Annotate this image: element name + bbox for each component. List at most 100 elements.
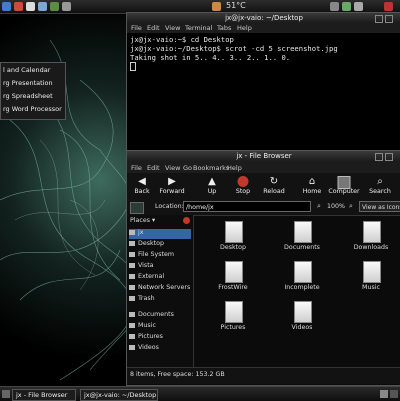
menu-help[interactable]: Help xyxy=(237,24,252,32)
file-label: Music xyxy=(362,284,380,291)
file-browser-titlebar[interactable]: jx - File Browser xyxy=(127,151,400,162)
terminal-title: jx@jx-vaio: ~/Desktop xyxy=(225,14,303,22)
sidebar-item-trash[interactable]: Trash xyxy=(129,295,191,305)
menu-item-calendar[interactable]: l and Calendar xyxy=(3,66,50,74)
folder-icon xyxy=(294,221,312,243)
menu-file[interactable]: File xyxy=(131,24,142,32)
file-item-documents[interactable]: Documents xyxy=(277,221,327,261)
app-launcher-icon[interactable] xyxy=(62,2,71,11)
network-icon[interactable] xyxy=(330,2,339,11)
file-item-frostwire[interactable]: FrostWire xyxy=(208,261,258,301)
sidebar-item-music[interactable]: Music xyxy=(129,322,191,332)
workspace-switcher-icon[interactable] xyxy=(380,390,388,398)
menu-item-presentation[interactable]: rg Presentation xyxy=(3,79,53,87)
drive-icon xyxy=(129,273,135,279)
terminal-line: Taking shot in 5.. 4.. 3.. 2.. 1.. 0. xyxy=(130,53,291,62)
sidebar-item-pictures[interactable]: Pictures xyxy=(129,333,191,343)
places-selector[interactable]: Places ▾ xyxy=(130,217,155,224)
file-label: Pictures xyxy=(220,324,246,331)
terminal-line: jx@jx-vaio:~$ cd Desktop xyxy=(130,35,234,44)
desktop-icon xyxy=(129,240,135,246)
menu-view[interactable]: View xyxy=(165,164,180,172)
stop-button[interactable]: Stop xyxy=(228,175,258,197)
folder-icon xyxy=(363,261,381,283)
sidebar-item-jx[interactable]: jx xyxy=(129,229,191,239)
zoom-out-icon[interactable]: ⌕ xyxy=(317,202,321,211)
search-icon: ⌕ xyxy=(377,176,383,187)
terminal-titlebar[interactable]: jx@jx-vaio: ~/Desktop xyxy=(127,13,400,23)
menu-icon[interactable] xyxy=(2,2,11,11)
menu-item-spreadsheet[interactable]: rg Spreadsheet xyxy=(3,92,53,100)
sidebar-item-network-servers[interactable]: Network Servers xyxy=(129,284,191,294)
reload-button[interactable]: ↻ Reload xyxy=(259,175,289,197)
forward-button[interactable]: ▶ Forward xyxy=(157,175,187,197)
places-label: Places xyxy=(130,217,151,224)
up-button[interactable]: ▲ Up xyxy=(197,175,227,197)
folder-icon xyxy=(129,333,135,339)
menu-terminal[interactable]: Terminal xyxy=(185,24,212,32)
file-item-desktop[interactable]: Desktop xyxy=(208,221,258,261)
home-button[interactable]: ⌂ Home xyxy=(297,175,327,197)
file-item-pictures[interactable]: Pictures xyxy=(208,301,258,341)
search-button[interactable]: ⌕ Search xyxy=(365,175,395,197)
show-desktop-icon[interactable] xyxy=(2,390,10,398)
terminal-launcher-icon[interactable] xyxy=(26,2,35,11)
home-folder-icon xyxy=(129,229,135,235)
sidebar-item-file-system[interactable]: File System xyxy=(129,251,191,261)
terminal-menubar: File Edit View Terminal Tabs Help xyxy=(127,23,400,33)
sidebar-item-label: Music xyxy=(138,322,156,329)
menu-edit[interactable]: Edit xyxy=(147,24,160,32)
battery-icon[interactable] xyxy=(354,2,363,11)
menu-item-word-processor[interactable]: rg Word Processor xyxy=(3,105,62,113)
home-icon: ⌂ xyxy=(308,176,316,187)
back-button[interactable]: ◀ Back xyxy=(127,175,157,197)
file-item-videos[interactable]: Videos xyxy=(277,301,327,341)
zoom-level: 100% xyxy=(327,203,346,210)
close-icon[interactable] xyxy=(385,153,393,161)
stop-icon xyxy=(237,176,249,187)
minimize-icon[interactable] xyxy=(375,15,383,23)
menu-view[interactable]: View xyxy=(165,24,180,32)
sidebar-item-documents[interactable]: Documents xyxy=(129,311,191,321)
toggle-path-icon[interactable] xyxy=(130,202,144,214)
zoom-in-icon[interactable]: ⌕ xyxy=(349,202,353,211)
folder-icon xyxy=(129,311,135,317)
forward-label: Forward xyxy=(159,188,185,195)
sidebar-item-external[interactable]: External xyxy=(129,273,191,283)
view-mode-select[interactable]: View as Icons xyxy=(359,201,400,212)
menu-bookmarks[interactable]: Bookmarks xyxy=(193,164,229,172)
sidebar-item-label: Vista xyxy=(138,262,154,269)
shutdown-icon[interactable] xyxy=(384,2,393,11)
location-input[interactable]: /home/jx xyxy=(183,201,311,212)
files-launcher-icon[interactable] xyxy=(38,2,47,11)
minimize-icon[interactable] xyxy=(375,153,383,161)
computer-button[interactable]: Computer xyxy=(327,175,361,197)
menu-tabs[interactable]: Tabs xyxy=(217,24,231,32)
sidebar-item-vista[interactable]: Vista xyxy=(129,262,191,272)
sidebar-item-desktop[interactable]: Desktop xyxy=(129,240,191,250)
close-icon[interactable] xyxy=(385,15,393,23)
menu-file[interactable]: File xyxy=(131,164,142,172)
app-launcher-icon[interactable] xyxy=(50,2,59,11)
taskbar-item-file-browser[interactable]: jx - File Browser xyxy=(12,389,76,401)
computer-label: Computer xyxy=(328,188,360,195)
taskbar-item-terminal[interactable]: jx@jx-vaio: ~/Desktop xyxy=(80,389,158,401)
sidebar-item-label: jx xyxy=(138,229,144,236)
workspace-switcher-icon[interactable] xyxy=(390,390,398,398)
file-item-incomplete[interactable]: Incomplete xyxy=(277,261,327,301)
menu-go[interactable]: Go xyxy=(183,164,192,172)
file-item-music[interactable]: Music xyxy=(346,261,396,301)
file-browser-title: jx - File Browser xyxy=(236,152,292,160)
folder-icon xyxy=(363,221,381,243)
sidebar-item-label: Videos xyxy=(138,344,159,351)
sidebar-item-videos[interactable]: Videos xyxy=(129,344,191,354)
close-sidebar-icon[interactable] xyxy=(183,217,190,224)
browser-launcher-icon[interactable] xyxy=(14,2,23,11)
file-item-downloads[interactable]: Downloads xyxy=(346,221,396,261)
location-bar: Location: /home/jx ⌕ 100% ⌕ View as Icon… xyxy=(127,199,400,216)
menu-edit[interactable]: Edit xyxy=(147,164,160,172)
sidebar-item-label: Pictures xyxy=(138,333,163,340)
reload-icon: ↻ xyxy=(269,176,279,187)
volume-icon[interactable] xyxy=(342,2,351,11)
menu-help[interactable]: Help xyxy=(227,164,242,172)
